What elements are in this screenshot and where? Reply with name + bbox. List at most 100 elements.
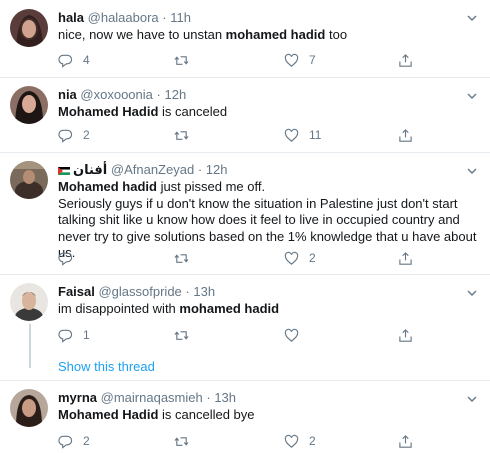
chevron-down-icon[interactable] — [466, 12, 478, 24]
separator: · — [156, 87, 161, 102]
retweet-icon — [174, 330, 189, 340]
avatar[interactable] — [10, 161, 48, 199]
tweet-actions: 4 7 — [58, 52, 458, 68]
avatar[interactable] — [10, 9, 48, 47]
display-name[interactable]: myrna — [58, 390, 97, 405]
tweet-header: hala @halaabora · 11h — [58, 10, 191, 26]
username[interactable]: @halaabora — [88, 10, 159, 25]
retweet-button[interactable] — [174, 52, 199, 68]
separator: · — [206, 390, 211, 405]
like-button[interactable]: 7 — [284, 52, 316, 68]
tweet-actions: 2 11 — [58, 127, 458, 143]
heart-icon — [284, 434, 299, 448]
reply-icon — [58, 329, 73, 343]
reply-icon — [58, 129, 73, 143]
timestamp[interactable]: 11h — [170, 10, 191, 25]
timestamp[interactable]: 12h — [206, 162, 228, 177]
tweet-header: nia @xoxooonia · 12h — [58, 87, 186, 103]
retweet-button[interactable] — [174, 250, 199, 266]
chevron-down-icon[interactable] — [466, 393, 478, 405]
tweet-text: nice, now we have to unstan mohamed hadi… — [58, 27, 348, 42]
reply-count: 2 — [83, 128, 90, 142]
retweet-button[interactable] — [174, 127, 199, 143]
timestamp[interactable]: 13h — [193, 284, 215, 299]
tweet[interactable]: myrna @mairnaqasmieh · 13h Mohamed Hadid… — [0, 381, 490, 454]
reply-icon — [58, 252, 73, 266]
share-button[interactable] — [398, 433, 413, 449]
like-count: 2 — [309, 434, 316, 448]
username[interactable]: @xoxooonia — [80, 87, 152, 102]
tweet-header: myrna @mairnaqasmieh · 13h — [58, 390, 236, 406]
username[interactable]: @glassofpride — [98, 284, 181, 299]
tweet[interactable]: hala @halaabora · 11h nice, now we have … — [0, 0, 490, 78]
retweet-icon — [174, 253, 189, 263]
retweet-icon — [174, 130, 189, 140]
heart-icon — [284, 128, 299, 142]
keyword-highlight: Mohamed hadid — [58, 179, 157, 194]
share-icon — [399, 128, 412, 142]
tweet-actions: 1 — [58, 327, 458, 343]
share-icon — [399, 434, 412, 448]
tweet-text: Mohamed Hadid is cancelled bye — [58, 407, 255, 422]
like-count: 11 — [309, 128, 322, 142]
like-count: 7 — [309, 53, 316, 67]
share-icon — [399, 53, 412, 67]
tweet[interactable]: nia @xoxooonia · 12h Mohamed Hadid is ca… — [0, 78, 490, 153]
separator: · — [162, 10, 167, 25]
display-name[interactable]: hala — [58, 10, 84, 25]
share-button[interactable] — [398, 127, 413, 143]
display-name[interactable]: أفنان — [73, 162, 107, 177]
username[interactable]: @AfnanZeyad — [111, 162, 194, 177]
separator: · — [185, 284, 190, 299]
reply-count: 2 — [83, 434, 90, 448]
chevron-down-icon[interactable] — [466, 287, 478, 299]
tweet-header: أفنان @AfnanZeyad · 12h — [58, 162, 228, 178]
like-button[interactable]: 11 — [284, 127, 321, 143]
keyword-highlight: Mohamed Hadid — [58, 104, 159, 119]
reply-count: 1 — [83, 328, 90, 342]
keyword-highlight: mohamed hadid — [225, 27, 326, 42]
heart-icon — [284, 53, 299, 67]
tweet[interactable]: أفنان @AfnanZeyad · 12h Mohamed hadid ju… — [0, 153, 490, 275]
like-count: 2 — [309, 251, 316, 265]
share-button[interactable] — [398, 327, 413, 343]
share-icon — [399, 328, 412, 342]
retweet-icon — [174, 55, 189, 65]
share-icon — [399, 251, 412, 265]
retweet-button[interactable] — [174, 433, 199, 449]
heart-icon — [284, 251, 299, 265]
timestamp[interactable]: 13h — [214, 390, 236, 405]
heart-icon — [284, 328, 299, 342]
reply-button[interactable] — [58, 250, 83, 266]
chevron-down-icon[interactable] — [466, 90, 478, 102]
tweet-actions: 2 — [58, 250, 458, 266]
reply-icon — [58, 435, 73, 449]
avatar[interactable] — [10, 283, 48, 321]
tweet-actions: 2 2 — [58, 433, 458, 449]
like-button[interactable]: 2 — [284, 250, 316, 266]
reply-button[interactable]: 1 — [58, 327, 90, 343]
like-button[interactable]: 2 — [284, 433, 316, 449]
reply-button[interactable]: 4 — [58, 52, 90, 68]
thread-connector — [29, 324, 31, 368]
share-button[interactable] — [398, 250, 413, 266]
like-button[interactable] — [284, 327, 309, 343]
share-button[interactable] — [398, 52, 413, 68]
avatar[interactable] — [10, 86, 48, 124]
retweet-button[interactable] — [174, 327, 199, 343]
display-name[interactable]: nia — [58, 87, 77, 102]
separator: · — [197, 162, 203, 177]
avatar[interactable] — [10, 389, 48, 427]
tweet-text: Mohamed Hadid is canceled — [58, 104, 228, 119]
reply-icon — [58, 54, 73, 68]
timestamp[interactable]: 12h — [164, 87, 186, 102]
show-thread-link[interactable]: Show this thread — [58, 359, 155, 374]
tweet-text: im disappointed with mohamed hadid — [58, 301, 280, 316]
reply-button[interactable]: 2 — [58, 433, 90, 449]
chevron-down-icon[interactable] — [466, 165, 478, 177]
reply-button[interactable]: 2 — [58, 127, 90, 143]
tweet[interactable]: Faisal @glassofpride · 13h im disappoint… — [0, 275, 490, 381]
display-name[interactable]: Faisal — [58, 284, 95, 299]
keyword-highlight: Mohamed Hadid — [58, 407, 159, 422]
username[interactable]: @mairnaqasmieh — [101, 390, 203, 405]
